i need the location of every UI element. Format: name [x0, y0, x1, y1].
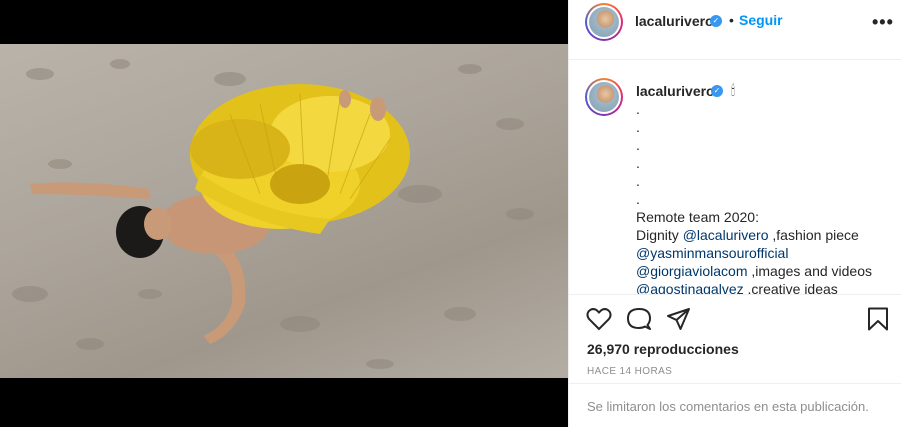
video-frame: [12, 59, 534, 369]
caption-text-fragment: ,fashion piece: [768, 227, 859, 243]
media-pane: [0, 0, 568, 427]
caption-area: lacalurivero ✓ 🕯 . . . . . . Remote team…: [569, 60, 901, 294]
more-options-icon[interactable]: •••: [872, 12, 894, 33]
caption-avatar[interactable]: [585, 78, 623, 116]
follow-button[interactable]: Seguir: [739, 12, 783, 28]
caption-dot: .: [636, 137, 640, 153]
caption-text-fragment: Dignity: [636, 227, 683, 243]
comments-limited-text: Se limitaron los comentarios en esta pub…: [587, 399, 869, 414]
comments-limited-notice: Se limitaron los comentarios en esta pub…: [569, 383, 901, 427]
heart-icon: [586, 308, 612, 331]
caption-line: @yasminmansourofficial: [636, 244, 886, 262]
candle-emoji: 🕯: [731, 82, 735, 98]
caption-line: @giorgiaviolacom ,images and videos: [636, 262, 886, 280]
caption-text: lacalurivero ✓ 🕯 . . . . . . Remote team…: [636, 82, 886, 294]
mention-link[interactable]: @lacalurivero: [683, 227, 769, 243]
avatar[interactable]: [585, 3, 623, 41]
post-header: lacalurivero ✓ • Seguir •••: [569, 0, 901, 60]
caption-dot: .: [636, 191, 640, 207]
caption-line: Dignity @lacalurivero ,fashion piece: [636, 226, 886, 244]
caption-line: Remote team 2020:: [636, 209, 759, 225]
username-link[interactable]: lacalurivero: [635, 13, 714, 29]
share-button[interactable]: [666, 307, 692, 336]
post-sidebar: lacalurivero ✓ • Seguir ••• lacalurivero…: [568, 0, 901, 427]
verified-badge-icon: ✓: [710, 15, 722, 27]
comment-icon: [627, 308, 651, 330]
bookmark-icon: [868, 307, 888, 331]
comment-button[interactable]: [626, 307, 652, 336]
caption-username-link[interactable]: lacalurivero: [636, 82, 715, 100]
view-count[interactable]: 26,970 reproducciones: [587, 341, 739, 357]
mention-link[interactable]: @agostinagalvez: [636, 281, 744, 294]
caption-line: @agostinagalvez ,creative ideas: [636, 280, 886, 294]
caption-dot: .: [636, 101, 640, 117]
separator-dot: •: [729, 12, 734, 28]
caption-text-fragment: ,images and videos: [747, 263, 873, 279]
post-video[interactable]: [0, 44, 568, 378]
caption-dot: .: [636, 119, 640, 135]
caption-dot: .: [636, 155, 640, 171]
verified-badge-icon: ✓: [711, 85, 723, 97]
mention-link[interactable]: @giorgiaviolacom: [636, 263, 747, 279]
caption-text-fragment: ,creative ideas: [743, 281, 838, 294]
like-button[interactable]: [586, 307, 612, 336]
caption-dot: .: [636, 173, 640, 189]
share-icon: [667, 308, 690, 330]
mention-link[interactable]: @yasminmansourofficial: [636, 245, 788, 261]
post-timestamp[interactable]: HACE 14 HORAS: [587, 366, 672, 377]
post-actions: 26,970 reproducciones HACE 14 HORAS Se l…: [569, 294, 901, 427]
save-button[interactable]: [867, 307, 889, 336]
